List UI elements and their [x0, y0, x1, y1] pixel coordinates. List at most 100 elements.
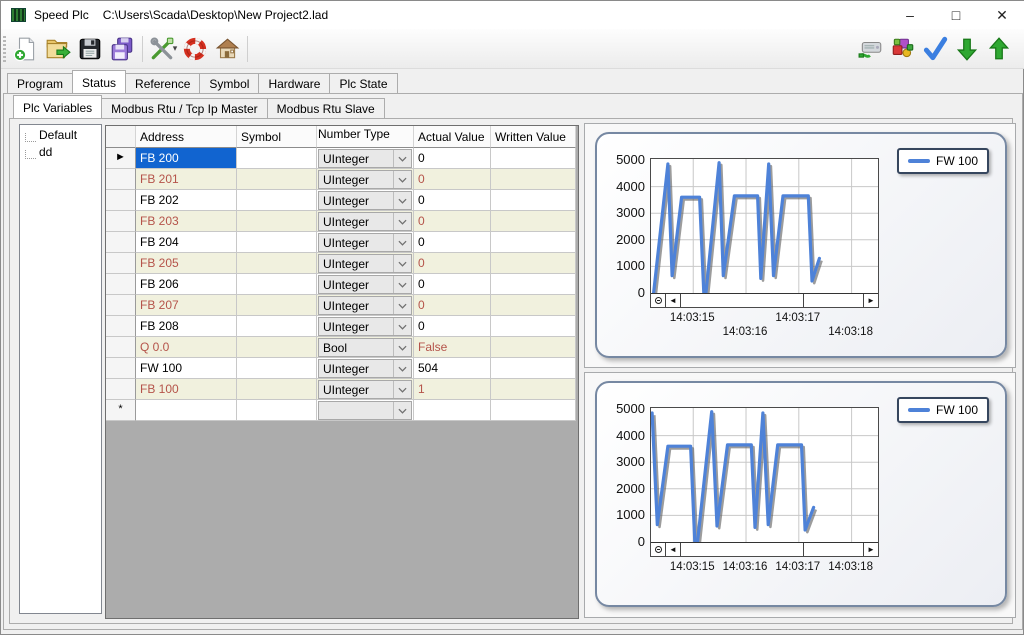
- number-type-cell[interactable]: UInteger: [317, 358, 414, 379]
- grid-row[interactable]: FB 207UInteger0: [106, 295, 576, 316]
- number-type-combobox[interactable]: UInteger: [318, 317, 412, 336]
- symbol-cell[interactable]: [237, 316, 317, 337]
- tools-button[interactable]: ▾: [147, 33, 179, 65]
- scroll-track[interactable]: [681, 543, 863, 556]
- written-value-cell[interactable]: [491, 190, 576, 211]
- grid-row[interactable]: FB 203UInteger0: [106, 211, 576, 232]
- column-header-actual-value[interactable]: Actual Value: [414, 126, 491, 148]
- tab-plc-state[interactable]: Plc State: [329, 73, 397, 93]
- row-header-cell[interactable]: [106, 253, 136, 274]
- tab-symbol[interactable]: Symbol: [199, 73, 259, 93]
- written-value-cell[interactable]: [491, 316, 576, 337]
- grid-row[interactable]: ►FB 200UInteger0: [106, 148, 576, 169]
- row-header-cell[interactable]: [106, 379, 136, 400]
- number-type-combobox[interactable]: UInteger: [318, 296, 412, 315]
- written-value-cell[interactable]: [491, 379, 576, 400]
- actual-value-cell[interactable]: [414, 400, 491, 421]
- column-header-written-value[interactable]: Written Value: [491, 126, 576, 148]
- number-type-cell[interactable]: UInteger: [317, 148, 414, 169]
- address-cell[interactable]: FB 208: [136, 316, 237, 337]
- number-type-cell[interactable]: UInteger: [317, 295, 414, 316]
- symbol-cell[interactable]: [237, 211, 317, 232]
- address-cell[interactable]: FB 202: [136, 190, 237, 211]
- row-header-cell[interactable]: [106, 358, 136, 379]
- row-header-cell[interactable]: ►: [106, 148, 136, 169]
- actual-value-cell[interactable]: 0: [414, 169, 491, 190]
- written-value-cell[interactable]: [491, 274, 576, 295]
- chevron-down-icon[interactable]: [393, 297, 411, 314]
- address-cell[interactable]: [136, 400, 237, 421]
- number-type-cell[interactable]: UInteger: [317, 190, 414, 211]
- number-type-cell[interactable]: UInteger: [317, 379, 414, 400]
- home-button[interactable]: [211, 33, 243, 65]
- symbol-cell[interactable]: [237, 274, 317, 295]
- number-type-cell[interactable]: UInteger: [317, 274, 414, 295]
- scroll-thumb[interactable]: [803, 543, 863, 556]
- column-header-rowheader[interactable]: [106, 126, 136, 148]
- scroll-thumb[interactable]: [803, 294, 863, 307]
- scroll-left-button[interactable]: ◄: [666, 543, 681, 556]
- number-type-cell[interactable]: [317, 400, 414, 421]
- open-project-button[interactable]: [42, 33, 74, 65]
- chevron-down-icon[interactable]: [393, 339, 411, 356]
- number-type-combobox[interactable]: UInteger: [318, 149, 412, 168]
- subtab-plc-variables[interactable]: Plc Variables: [13, 95, 102, 118]
- new-file-button[interactable]: [10, 33, 42, 65]
- chevron-down-icon[interactable]: [393, 234, 411, 251]
- number-type-combobox[interactable]: UInteger: [318, 191, 412, 210]
- written-value-cell[interactable]: [491, 295, 576, 316]
- actual-value-cell[interactable]: 0: [414, 148, 491, 169]
- row-header-cell[interactable]: [106, 337, 136, 358]
- grid-row[interactable]: FB 204UInteger0: [106, 232, 576, 253]
- column-header-number-type[interactable]: Number Type: [317, 126, 414, 148]
- symbol-cell[interactable]: [237, 148, 317, 169]
- symbol-cell[interactable]: [237, 400, 317, 421]
- maximize-button[interactable]: □: [933, 1, 979, 29]
- tab-program[interactable]: Program: [7, 73, 73, 93]
- actual-value-cell[interactable]: 0: [414, 211, 491, 232]
- number-type-combobox[interactable]: UInteger: [318, 275, 412, 294]
- save-all-button[interactable]: [106, 33, 138, 65]
- row-header-cell[interactable]: *: [106, 400, 136, 421]
- toolbar-grip-handle[interactable]: [3, 36, 6, 62]
- number-type-combobox[interactable]: UInteger: [318, 254, 412, 273]
- address-cell[interactable]: Q 0.0: [136, 337, 237, 358]
- help-button[interactable]: [179, 33, 211, 65]
- number-type-combobox[interactable]: UInteger: [318, 212, 412, 231]
- number-type-combobox[interactable]: Bool: [318, 338, 412, 357]
- actual-value-cell[interactable]: False: [414, 337, 491, 358]
- symbol-cell[interactable]: [237, 337, 317, 358]
- zoom-reset-button[interactable]: [651, 294, 666, 307]
- written-value-cell[interactable]: [491, 400, 576, 421]
- actual-value-cell[interactable]: 0: [414, 295, 491, 316]
- tab-status[interactable]: Status: [72, 70, 126, 93]
- subtab-modbus-rtu-slave[interactable]: Modbus Rtu Slave: [267, 98, 385, 118]
- compile-check-button[interactable]: [919, 33, 951, 65]
- close-button[interactable]: ✕: [979, 1, 1024, 29]
- actual-value-cell[interactable]: 0: [414, 253, 491, 274]
- chevron-down-icon[interactable]: [393, 255, 411, 272]
- column-header-symbol[interactable]: Symbol: [237, 126, 317, 148]
- number-type-combobox[interactable]: UInteger: [318, 359, 412, 378]
- chevron-down-icon[interactable]: [393, 318, 411, 335]
- chevron-down-icon[interactable]: [393, 171, 411, 188]
- grid-row[interactable]: Q 0.0 BoolFalse: [106, 337, 576, 358]
- symbol-cell[interactable]: [237, 295, 317, 316]
- address-cell[interactable]: FB 100: [136, 379, 237, 400]
- tools-dropdown-arrow-icon[interactable]: ▾: [173, 43, 178, 54]
- chevron-down-icon[interactable]: [393, 192, 411, 209]
- chevron-down-icon[interactable]: [393, 276, 411, 293]
- number-type-cell[interactable]: Bool: [317, 337, 414, 358]
- written-value-cell[interactable]: [491, 148, 576, 169]
- column-header-address[interactable]: Address: [136, 126, 237, 148]
- row-header-cell[interactable]: [106, 295, 136, 316]
- symbol-cell[interactable]: [237, 358, 317, 379]
- hardware-blocks-button[interactable]: [887, 33, 919, 65]
- row-header-cell[interactable]: [106, 211, 136, 232]
- actual-value-cell[interactable]: 0: [414, 190, 491, 211]
- scroll-left-button[interactable]: ◄: [666, 294, 681, 307]
- written-value-cell[interactable]: [491, 337, 576, 358]
- scroll-track[interactable]: [681, 294, 863, 307]
- minimize-button[interactable]: –: [887, 1, 933, 29]
- grid-row[interactable]: FB 205UInteger0: [106, 253, 576, 274]
